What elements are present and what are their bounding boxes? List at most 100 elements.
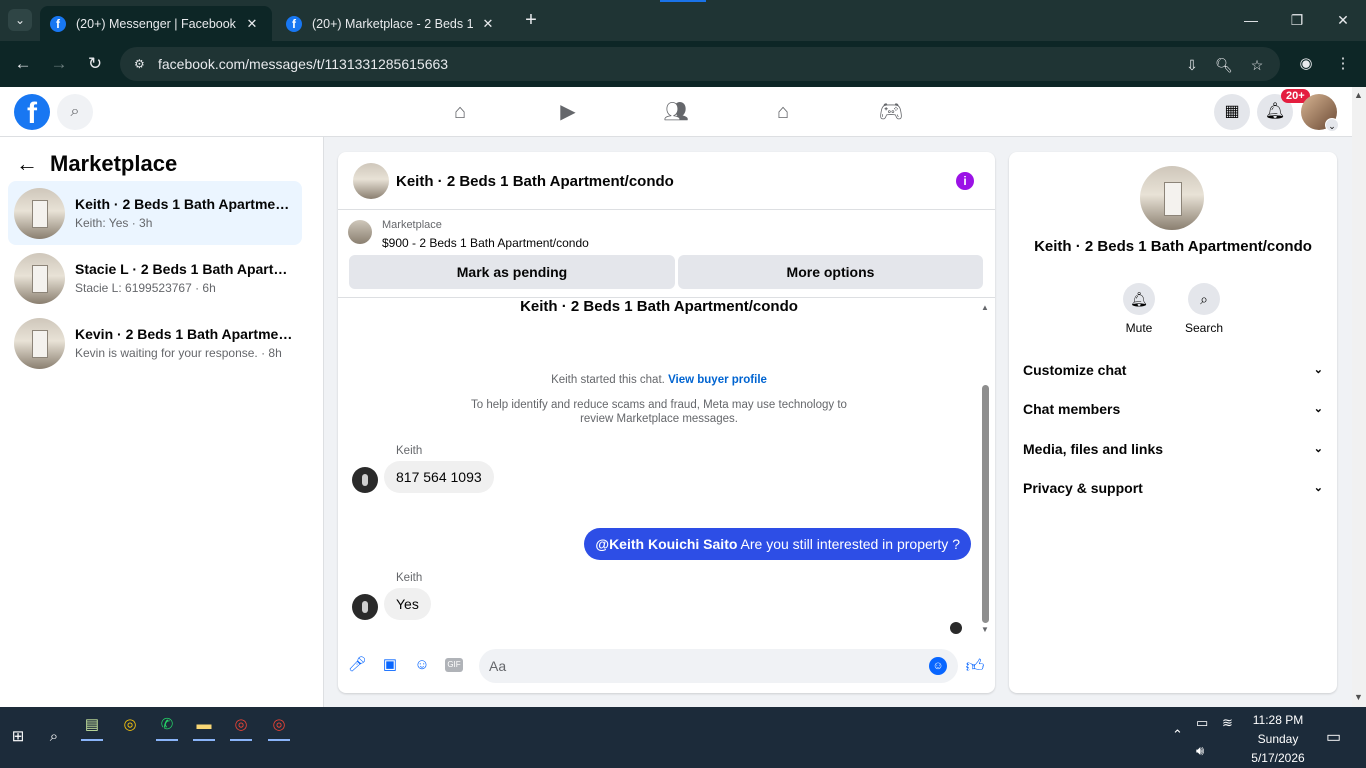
sticker-icon[interactable]: ☺ [413, 656, 431, 674]
address-bar[interactable]: ⚙ facebook.com/messages/t/11313312856156… [120, 47, 1280, 81]
menu-dots-icon[interactable]: ⋮ [1332, 53, 1354, 75]
notification-center-icon[interactable]: ▭ [1326, 727, 1341, 747]
tab-search-button[interactable]: ⌄ [8, 9, 32, 31]
clock-day: Sunday [1257, 732, 1299, 746]
incoming-message[interactable]: Yes [384, 588, 431, 620]
section-label: Media, files and links [1023, 441, 1164, 457]
gif-icon[interactable]: GIF [445, 658, 463, 672]
chrome-icon[interactable]: ◎ [118, 713, 142, 737]
bookmark-star-icon[interactable]: ☆ [1247, 55, 1267, 75]
chat-avatar[interactable] [353, 163, 389, 199]
wifi-icon[interactable]: ≋ [1222, 715, 1233, 731]
scroll-down-arrow-icon[interactable]: ▼ [981, 625, 989, 634]
listing-title[interactable]: $900 - 2 Beds 1 Bath Apartment/condo [382, 236, 589, 250]
search-icon[interactable]: ⌕ [57, 94, 93, 130]
install-app-icon[interactable]: ⇩ [1182, 55, 1202, 75]
view-buyer-profile-link[interactable]: View buyer profile [668, 374, 767, 386]
file-explorer-icon[interactable]: ▬ [192, 713, 216, 737]
running-indicator [230, 739, 252, 741]
video-icon[interactable]: ▶ [555, 99, 581, 125]
chat-scrollbar[interactable]: ▲ ▼ [981, 303, 991, 635]
reload-icon[interactable]: ↻ [83, 52, 107, 76]
scroll-down-arrow-icon[interactable]: ▼ [1354, 692, 1363, 702]
search-icon[interactable]: ⌕ [1188, 283, 1220, 315]
thumbs-up-icon[interactable]: 👍︎ [964, 655, 986, 677]
mark-as-pending-button[interactable]: Mark as pending [349, 255, 675, 289]
tab-accent [660, 0, 706, 2]
privacy-support-section[interactable]: Privacy & support ⌄ [1023, 473, 1323, 503]
page-scrollbar[interactable]: ▲ ▼ [1352, 87, 1366, 707]
search-action[interactable]: ⌕ Search [1174, 283, 1234, 335]
mention[interactable]: @Keith Kouichi Saito [595, 536, 737, 552]
conversation-snippet: Keith: Yes · 3h [75, 216, 153, 230]
tab-messenger[interactable]: f (20+) Messenger | Facebook ✕ [40, 6, 272, 41]
scrollbar-thumb[interactable] [982, 385, 989, 623]
chevron-down-icon: ⌄ [1313, 403, 1323, 415]
chat-header: Keith · 2 Beds 1 Bath Apartment/condo i [338, 152, 995, 210]
show-hidden-icons-icon[interactable]: ⌃ [1172, 727, 1183, 743]
chevron-down-icon[interactable]: ⌄ [1325, 118, 1339, 132]
chat-members-section[interactable]: Chat members ⌄ [1023, 394, 1323, 424]
friends-icon[interactable]: 👥︎ [663, 99, 689, 125]
tab-close-icon[interactable]: ✕ [480, 16, 496, 32]
browser-toolbar: ← → ↻ ⚙ facebook.com/messages/t/11313312… [0, 41, 1366, 87]
volume-icon[interactable]: 🔊︎ [1196, 743, 1204, 759]
bell-icon[interactable]: 🔔︎ [1123, 283, 1155, 315]
marketplace-icon[interactable]: ⌂ [770, 99, 796, 125]
new-tab-button[interactable]: + [520, 9, 542, 31]
conversation-item[interactable]: Kevin · 2 Beds 1 Bath Apartment/condo Ke… [8, 311, 302, 375]
site-info-icon[interactable]: ⚙ [134, 56, 150, 72]
windows-start-icon[interactable]: ⊞ [6, 725, 30, 749]
mute-action[interactable]: 🔔︎ Mute [1109, 283, 1169, 335]
url-text: facebook.com/messages/t/1131331285615663 [158, 56, 449, 72]
media-files-links-section[interactable]: Media, files and links ⌄ [1023, 434, 1323, 464]
chat-title[interactable]: Keith · 2 Beds 1 Bath Apartment/condo [396, 173, 674, 190]
gaming-icon[interactable]: 🎮︎ [878, 99, 904, 125]
sender-avatar[interactable] [352, 467, 378, 493]
profile-icon[interactable]: ◉ [1295, 53, 1317, 75]
listing-thumbnail[interactable] [348, 220, 372, 244]
home-icon[interactable]: ⌂ [447, 99, 473, 125]
customize-chat-section[interactable]: Customize chat ⌄ [1023, 355, 1323, 385]
photo-icon[interactable]: ▣ [381, 656, 399, 674]
clock-date: 5/17/2026 [1251, 751, 1305, 765]
forward-arrow-icon[interactable]: → [47, 52, 71, 76]
message-input[interactable] [479, 649, 958, 683]
window-close-button[interactable]: ✕ [1320, 0, 1366, 41]
back-arrow-icon[interactable]: ← [16, 151, 38, 177]
conversation-item[interactable]: Keith · 2 Beds 1 Bath Apartment/condo Ke… [8, 181, 302, 245]
tab-marketplace[interactable]: f (20+) Marketplace - 2 Beds 1 Bath Apar… [276, 6, 508, 41]
listing-thumbnail [14, 318, 65, 369]
info-icon[interactable]: i [956, 172, 974, 190]
back-arrow-icon[interactable]: ← [11, 52, 35, 76]
tab-close-icon[interactable]: ✕ [244, 16, 260, 32]
more-options-button[interactable]: More options [678, 255, 983, 289]
microphone-icon[interactable]: 🎤︎ [348, 656, 367, 674]
zoom-icon[interactable]: 🔍︎ [1214, 55, 1234, 75]
conversation-avatar[interactable] [1140, 166, 1204, 230]
conversation-item[interactable]: Stacie L · 2 Beds 1 Bath Apartment/condo… [8, 246, 302, 310]
scroll-up-arrow-icon[interactable]: ▲ [981, 303, 989, 312]
chrome-active-icon[interactable]: ◎ [267, 713, 291, 737]
facebook-logo[interactable]: f [14, 94, 50, 130]
system-clock[interactable]: 11:28 PM Sunday 5/17/2026 [1240, 711, 1316, 768]
thread-title: Keith · 2 Beds 1 Bath Apartment/condo [520, 298, 798, 315]
section-label: Privacy & support [1023, 480, 1143, 496]
minimize-button[interactable]: — [1228, 0, 1274, 41]
incoming-message[interactable]: 817 564 1093 [384, 461, 494, 493]
search-icon[interactable]: ⌕ [42, 725, 66, 749]
emoji-icon[interactable]: ☺ [929, 657, 947, 675]
running-indicator [156, 739, 178, 741]
scroll-up-arrow-icon[interactable]: ▲ [1354, 90, 1363, 100]
maximize-button[interactable]: ❐ [1274, 0, 1320, 41]
chrome-icon[interactable]: ◎ [229, 713, 253, 737]
sender-avatar[interactable] [352, 594, 378, 620]
whatsapp-icon[interactable]: ✆ [155, 713, 179, 737]
notepad-icon[interactable]: ▤ [80, 713, 104, 737]
outgoing-message[interactable]: @Keith Kouichi Saito Are you still inter… [584, 528, 971, 560]
message-thread: Keith · 2 Beds 1 Bath Apartment/condo Ke… [338, 298, 995, 638]
battery-icon[interactable]: ▭ [1196, 715, 1208, 731]
conversation-title: Keith · 2 Beds 1 Bath Apartment/condo [1034, 238, 1312, 255]
facebook-header: f ⌕ ⌂ ▶ 👥︎ ⌂ 🎮︎ ▦ 🔔︎ 20+ ⌄ [0, 87, 1352, 137]
menu-grid-icon[interactable]: ▦ [1214, 94, 1250, 130]
